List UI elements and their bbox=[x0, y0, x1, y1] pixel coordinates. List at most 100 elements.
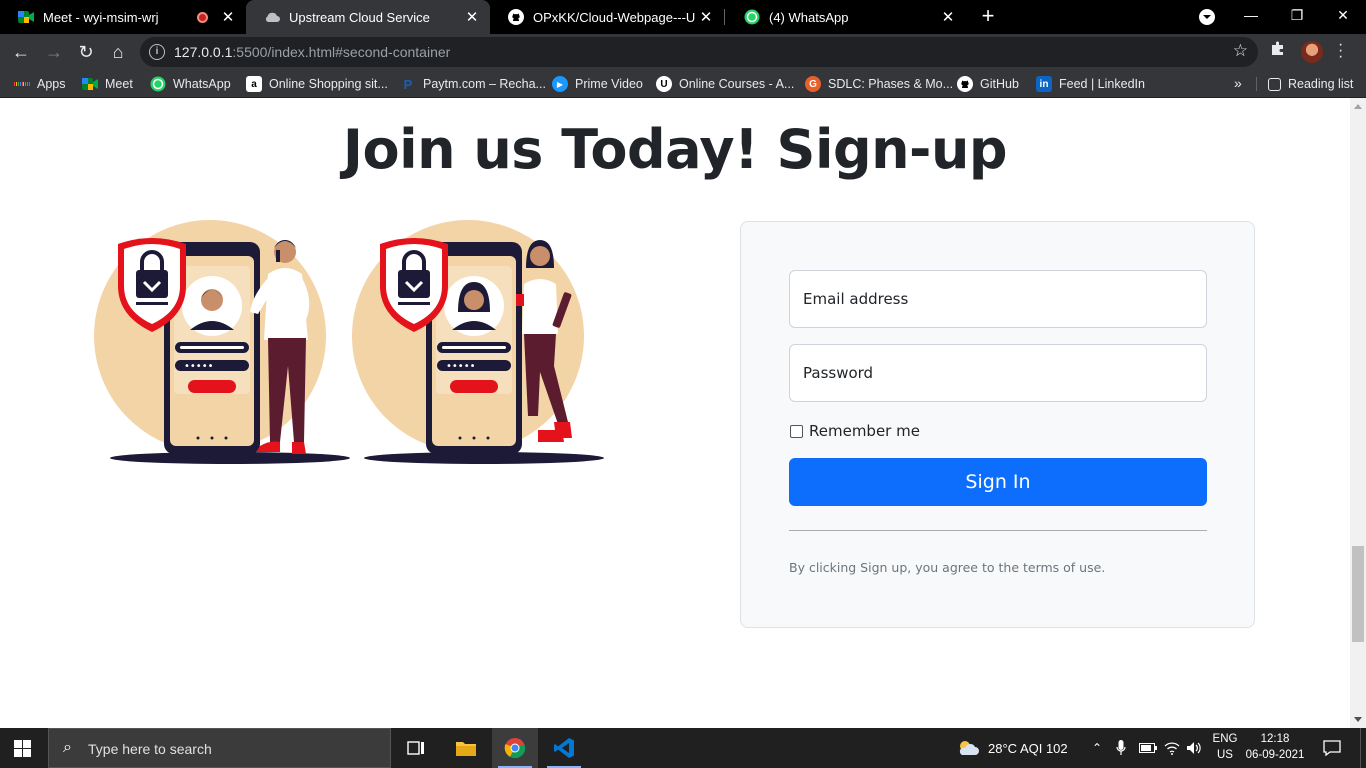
tab-search-icon[interactable] bbox=[1199, 9, 1215, 25]
page-title: Join us Today! Sign-up bbox=[342, 118, 1008, 181]
remember-me-checkbox[interactable] bbox=[790, 424, 803, 438]
signup-card: Email address Password Remember me Sign … bbox=[740, 221, 1255, 628]
input-language[interactable]: ENG US bbox=[1210, 731, 1240, 763]
address-bar[interactable]: i 127.0.0.1:5500/index.html#second-conta… bbox=[140, 37, 1258, 67]
more-menu-icon[interactable]: · · · bbox=[1338, 37, 1343, 65]
tab-title: OPxKK/Cloud-Webpage---Upstre bbox=[533, 9, 696, 25]
prime-video-icon: ▶ bbox=[552, 76, 568, 92]
svg-text:•••••: ••••• bbox=[184, 361, 214, 372]
bookmark-linkedin[interactable]: in Feed | LinkedIn bbox=[1036, 75, 1145, 93]
github-icon bbox=[508, 9, 524, 25]
signup-illustration: ••••• ••••• bbox=[92, 216, 612, 476]
whatsapp-icon bbox=[744, 9, 760, 25]
tab-title: Meet - wyi-msim-wrj bbox=[43, 9, 159, 25]
tab-whatsapp[interactable]: (4) WhatsApp ✕ bbox=[726, 0, 966, 34]
terms-text: By clicking Sign up, you agree to the te… bbox=[789, 560, 1106, 575]
url-text: 127.0.0.1:5500/index.html#second-contain… bbox=[174, 44, 451, 60]
profile-avatar[interactable] bbox=[1301, 41, 1323, 63]
email-field[interactable]: Email address bbox=[789, 270, 1207, 328]
remember-me: Remember me bbox=[789, 422, 920, 440]
clock-time: 12:18 bbox=[1260, 733, 1290, 745]
tab-upstream[interactable]: Upstream Cloud Service ✕ bbox=[246, 0, 490, 34]
forward-arrow-icon[interactable]: → bbox=[42, 40, 66, 64]
notifications-icon[interactable] bbox=[1323, 728, 1341, 768]
minimize-icon[interactable]: — bbox=[1228, 0, 1274, 34]
bookmark-prime-video[interactable]: ▶ Prime Video bbox=[552, 75, 643, 93]
task-view-icon[interactable] bbox=[393, 728, 439, 768]
close-tab-icon[interactable]: ✕ bbox=[462, 8, 482, 26]
bookmark-label: Feed | LinkedIn bbox=[1059, 77, 1145, 91]
bookmarks-bar: Apps Meet WhatsApp a Online Shopping sit… bbox=[0, 70, 1366, 98]
windows-taskbar: ⌕ Type here to search 28°C AQI 102 ⌃ ENG… bbox=[0, 728, 1366, 768]
weather-widget[interactable]: 28°C AQI 102 bbox=[957, 728, 1068, 768]
scroll-up-arrow-icon[interactable] bbox=[1354, 104, 1362, 109]
reading-list-label: Reading list bbox=[1288, 77, 1354, 91]
sign-in-button[interactable]: Sign In bbox=[789, 458, 1207, 506]
bookmarks-overflow-icon[interactable]: » bbox=[1234, 75, 1242, 91]
bookmark-label: Online Shopping sit... bbox=[269, 77, 388, 91]
chrome-taskbar-icon[interactable] bbox=[492, 728, 538, 768]
battery-icon[interactable] bbox=[1139, 728, 1157, 768]
bookmark-label: Meet bbox=[105, 77, 133, 91]
bookmark-github[interactable]: GitHub bbox=[957, 75, 1019, 93]
home-icon[interactable]: ⌂ bbox=[106, 40, 130, 64]
tab-github[interactable]: OPxKK/Cloud-Webpage---Upstre ✕ bbox=[490, 0, 724, 34]
site-info-icon[interactable]: i bbox=[149, 44, 165, 60]
clock-date: 06-09-2021 bbox=[1245, 749, 1305, 761]
volume-icon[interactable] bbox=[1186, 728, 1202, 768]
paytm-icon: P bbox=[403, 76, 413, 92]
show-desktop-button[interactable] bbox=[1360, 728, 1366, 768]
reading-list-button[interactable]: Reading list bbox=[1268, 75, 1353, 93]
back-arrow-icon[interactable]: ← bbox=[9, 40, 33, 64]
password-field[interactable]: Password bbox=[789, 344, 1207, 402]
bookmark-label: WhatsApp bbox=[173, 77, 231, 91]
close-window-icon[interactable]: ✕ bbox=[1320, 0, 1366, 34]
weather-text: 28°C AQI 102 bbox=[988, 740, 1068, 756]
close-tab-icon[interactable]: ✕ bbox=[938, 8, 958, 26]
google-meet-icon bbox=[82, 76, 98, 92]
microphone-icon[interactable] bbox=[1116, 728, 1126, 768]
bookmark-label: Prime Video bbox=[575, 77, 643, 91]
system-clock[interactable]: 12:18 06-09-2021 bbox=[1244, 731, 1306, 763]
bookmark-sdlc[interactable]: G SDLC: Phases & Mo... bbox=[805, 75, 953, 93]
bookmark-apps[interactable]: Apps bbox=[14, 75, 66, 93]
tab-meet[interactable]: Meet - wyi-msim-wrj ✕ bbox=[0, 0, 246, 34]
tab-title: Upstream Cloud Service bbox=[289, 9, 430, 25]
bookmark-meet[interactable]: Meet bbox=[82, 75, 133, 93]
bookmark-label: Online Courses - A... bbox=[679, 77, 795, 91]
form-divider bbox=[789, 530, 1207, 531]
bookmark-label: Paytm.com – Recha... bbox=[423, 77, 546, 91]
bookmark-udemy[interactable]: U Online Courses - A... bbox=[656, 75, 794, 93]
search-icon: ⌕ bbox=[63, 739, 72, 756]
bookmark-whatsapp[interactable]: WhatsApp bbox=[150, 75, 231, 93]
udemy-icon: U bbox=[656, 76, 672, 92]
reload-icon[interactable]: ↻ bbox=[74, 40, 98, 64]
extensions-puzzle-icon[interactable] bbox=[1270, 40, 1286, 60]
sdlc-icon: G bbox=[805, 76, 821, 92]
remember-me-label[interactable]: Remember me bbox=[809, 422, 920, 440]
tab-separator bbox=[724, 9, 725, 25]
bookmarks-separator bbox=[1256, 77, 1257, 91]
google-meet-icon bbox=[18, 9, 34, 25]
vscode-icon[interactable] bbox=[541, 728, 587, 768]
bookmark-star-icon[interactable]: ☆ bbox=[1233, 41, 1248, 61]
close-tab-icon[interactable]: ✕ bbox=[696, 8, 716, 26]
show-hidden-icons-icon[interactable]: ⌃ bbox=[1092, 728, 1102, 768]
file-explorer-icon[interactable] bbox=[443, 728, 489, 768]
github-icon bbox=[957, 76, 973, 92]
restore-icon[interactable]: ❐ bbox=[1274, 0, 1320, 34]
bookmark-amazon[interactable]: a Online Shopping sit... bbox=[246, 75, 388, 93]
whatsapp-icon bbox=[150, 76, 166, 92]
close-tab-icon[interactable]: ✕ bbox=[218, 8, 238, 26]
wifi-icon[interactable] bbox=[1164, 728, 1180, 768]
new-tab-icon[interactable]: + bbox=[976, 4, 1000, 28]
windows-start-icon[interactable] bbox=[14, 740, 31, 757]
scroll-down-arrow-icon[interactable] bbox=[1354, 717, 1362, 722]
amazon-icon: a bbox=[246, 76, 262, 92]
scrollbar-thumb[interactable] bbox=[1352, 546, 1364, 642]
linkedin-icon: in bbox=[1036, 76, 1052, 92]
bookmark-paytm[interactable]: P Paytm.com – Recha... bbox=[400, 75, 546, 93]
taskbar-search-input[interactable]: ⌕ Type here to search bbox=[48, 728, 391, 768]
bookmark-label: GitHub bbox=[980, 77, 1019, 91]
page-scrollbar[interactable] bbox=[1350, 98, 1366, 728]
